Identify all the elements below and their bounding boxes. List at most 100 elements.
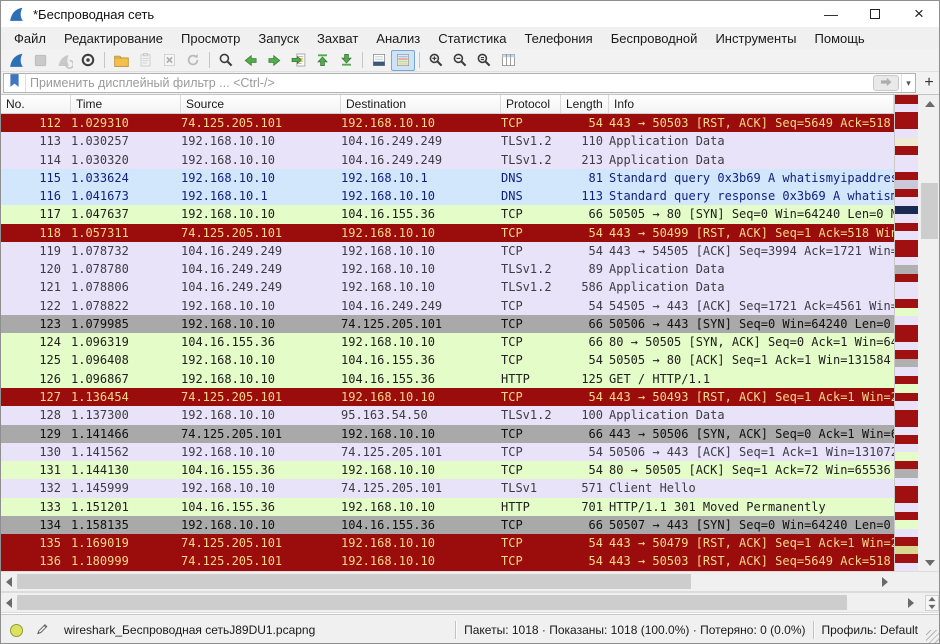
stop-capture-icon[interactable] — [28, 50, 52, 71]
go-to-packet-icon[interactable] — [286, 50, 310, 71]
filter-bookmark-button[interactable] — [4, 74, 26, 92]
menu-item-go[interactable]: Запуск — [249, 28, 308, 49]
packet-row[interactable]: 1331.151201104.16.155.36192.168.10.10HTT… — [1, 498, 894, 516]
menu-item-capture[interactable]: Захват — [308, 28, 367, 49]
packet-row[interactable]: 1131.030257192.168.10.10104.16.249.249TL… — [1, 132, 894, 150]
packet-cell-protocol: DNS — [501, 169, 561, 187]
packet-row[interactable]: 1211.078806104.16.249.249192.168.10.10TL… — [1, 278, 894, 296]
splitter-spin-widget[interactable] — [925, 595, 939, 611]
zoom-out-icon[interactable] — [448, 50, 472, 71]
horizontal-scrollbar-pane[interactable] — [1, 592, 940, 613]
packet-row[interactable]: 1221.078822192.168.10.10104.16.249.249TC… — [1, 297, 894, 315]
open-file-icon[interactable] — [109, 50, 133, 71]
menu-item-wireless[interactable]: Беспроводной — [602, 28, 707, 49]
packet-row[interactable]: 1341.158135192.168.10.10104.16.155.36TCP… — [1, 516, 894, 534]
reload-icon[interactable] — [181, 50, 205, 71]
menu-item-analyze[interactable]: Анализ — [367, 28, 429, 49]
packet-row[interactable]: 1201.078780104.16.249.249192.168.10.10TL… — [1, 260, 894, 278]
autoscroll-icon[interactable] — [367, 50, 391, 71]
packet-row[interactable]: 1311.144130104.16.155.36192.168.10.10TCP… — [1, 461, 894, 479]
packet-row[interactable]: 1281.137300192.168.10.1095.163.54.50TLSv… — [1, 406, 894, 424]
zoom-original-icon[interactable] — [472, 50, 496, 71]
menu-item-tools[interactable]: Инструменты — [706, 28, 805, 49]
menu-item-file[interactable]: Файл — [5, 28, 55, 49]
filter-dropdown-button[interactable]: ▾ — [901, 74, 915, 92]
column-header-source[interactable]: Source — [181, 95, 341, 113]
packet-cell-no: 123 — [1, 315, 71, 333]
zoom-in-icon[interactable] — [424, 50, 448, 71]
column-header-no[interactable]: No. — [1, 95, 71, 113]
resize-grip[interactable] — [926, 630, 939, 643]
add-filter-button[interactable]: + — [920, 73, 938, 93]
packet-row[interactable]: 1171.047637192.168.10.10104.16.155.36TCP… — [1, 205, 894, 223]
menu-item-view[interactable]: Просмотр — [172, 28, 249, 49]
column-header-destination[interactable]: Destination — [341, 95, 501, 113]
minimap-stripe — [895, 478, 918, 487]
menu-item-telephony[interactable]: Телефония — [515, 28, 601, 49]
vertical-scrollbar[interactable] — [918, 95, 940, 571]
packet-row[interactable]: 1161.041673192.168.10.1192.168.10.10DNS1… — [1, 187, 894, 205]
minimap-stripe — [895, 121, 918, 130]
minimap-stripe — [895, 282, 918, 291]
packet-row[interactable]: 1351.16901974.125.205.101192.168.10.10TC… — [1, 534, 894, 552]
packet-cell-source: 192.168.10.10 — [181, 443, 341, 461]
packet-cell-no: 115 — [1, 169, 71, 187]
scroll-right-button-2[interactable] — [903, 593, 919, 612]
packet-row[interactable]: 1241.096319104.16.155.36192.168.10.10TCP… — [1, 333, 894, 351]
capture-comment-button[interactable] — [33, 621, 51, 639]
horizontal-scrollbar-list[interactable] — [1, 571, 940, 592]
packet-row[interactable]: 1181.05731174.125.205.101192.168.10.10TC… — [1, 224, 894, 242]
minimap-stripe — [895, 299, 918, 308]
column-header-time[interactable]: Time — [71, 95, 181, 113]
scroll-left-button[interactable] — [1, 572, 17, 591]
packet-row[interactable]: 1151.033624192.168.10.10192.168.10.1DNS8… — [1, 169, 894, 187]
scroll-up-button[interactable] — [918, 95, 940, 112]
menu-item-statistics[interactable]: Статистика — [429, 28, 515, 49]
close-file-icon[interactable] — [157, 50, 181, 71]
statusbar-separator — [455, 621, 457, 639]
packet-row[interactable]: 1301.141562192.168.10.1074.125.205.101TC… — [1, 443, 894, 461]
intelligent-scrollbar[interactable] — [894, 95, 918, 571]
colorize-icon[interactable] — [391, 50, 415, 71]
packet-row[interactable]: 1121.02931074.125.205.101192.168.10.10TC… — [1, 114, 894, 132]
packet-row[interactable]: 1231.079985192.168.10.1074.125.205.101TC… — [1, 315, 894, 333]
minimize-button[interactable]: — — [809, 1, 853, 27]
menu-item-help[interactable]: Помощь — [806, 28, 874, 49]
scroll-right-button[interactable] — [877, 572, 893, 591]
column-header-length[interactable]: Length — [561, 95, 609, 113]
column-header-protocol[interactable]: Protocol — [501, 95, 561, 113]
start-capture-icon[interactable] — [4, 50, 28, 71]
find-packet-icon[interactable] — [214, 50, 238, 71]
apply-filter-button[interactable] — [873, 75, 899, 91]
close-button[interactable]: × — [897, 1, 940, 27]
packet-row[interactable]: 1141.030320192.168.10.10104.16.249.249TL… — [1, 151, 894, 169]
go-back-icon[interactable] — [238, 50, 262, 71]
go-forward-icon[interactable] — [262, 50, 286, 71]
capture-options-icon[interactable] — [76, 50, 100, 71]
packet-row[interactable]: 1191.078732104.16.249.249192.168.10.10TC… — [1, 242, 894, 260]
profile-selector[interactable]: Профиль: Default — [822, 623, 919, 637]
go-last-packet-icon[interactable] — [334, 50, 358, 71]
maximize-button[interactable] — [853, 1, 897, 27]
expert-info-icon[interactable] — [10, 624, 23, 637]
go-first-packet-icon[interactable] — [310, 50, 334, 71]
resize-columns-icon[interactable] — [496, 50, 520, 71]
horizontal-scrollbar-thumb-2[interactable] — [17, 595, 847, 610]
packet-row[interactable]: 1321.145999192.168.10.1074.125.205.101TL… — [1, 479, 894, 497]
packet-row[interactable]: 1251.096408192.168.10.10104.16.155.36TCP… — [1, 351, 894, 369]
save-file-icon[interactable] — [133, 50, 157, 71]
packet-row[interactable]: 1271.13645474.125.205.101192.168.10.10TC… — [1, 388, 894, 406]
packet-row[interactable]: 1361.18099974.125.205.101192.168.10.10TC… — [1, 552, 894, 570]
packet-row[interactable]: 1291.14146674.125.205.101192.168.10.10TC… — [1, 425, 894, 443]
column-header-info[interactable]: Info — [609, 95, 894, 113]
scroll-left-button-2[interactable] — [1, 593, 17, 612]
packet-row[interactable]: 1261.096867192.168.10.10104.16.155.36HTT… — [1, 370, 894, 388]
packet-cell-source: 104.16.155.36 — [181, 498, 341, 516]
scroll-down-button[interactable] — [918, 554, 940, 571]
restart-capture-icon[interactable] — [52, 50, 76, 71]
vertical-scrollbar-thumb[interactable] — [921, 183, 938, 239]
menu-item-edit[interactable]: Редактирование — [55, 28, 172, 49]
packet-cell-destination: 104.16.249.249 — [341, 151, 501, 169]
filter-input[interactable] — [26, 75, 873, 91]
horizontal-scrollbar-thumb[interactable] — [17, 574, 691, 589]
